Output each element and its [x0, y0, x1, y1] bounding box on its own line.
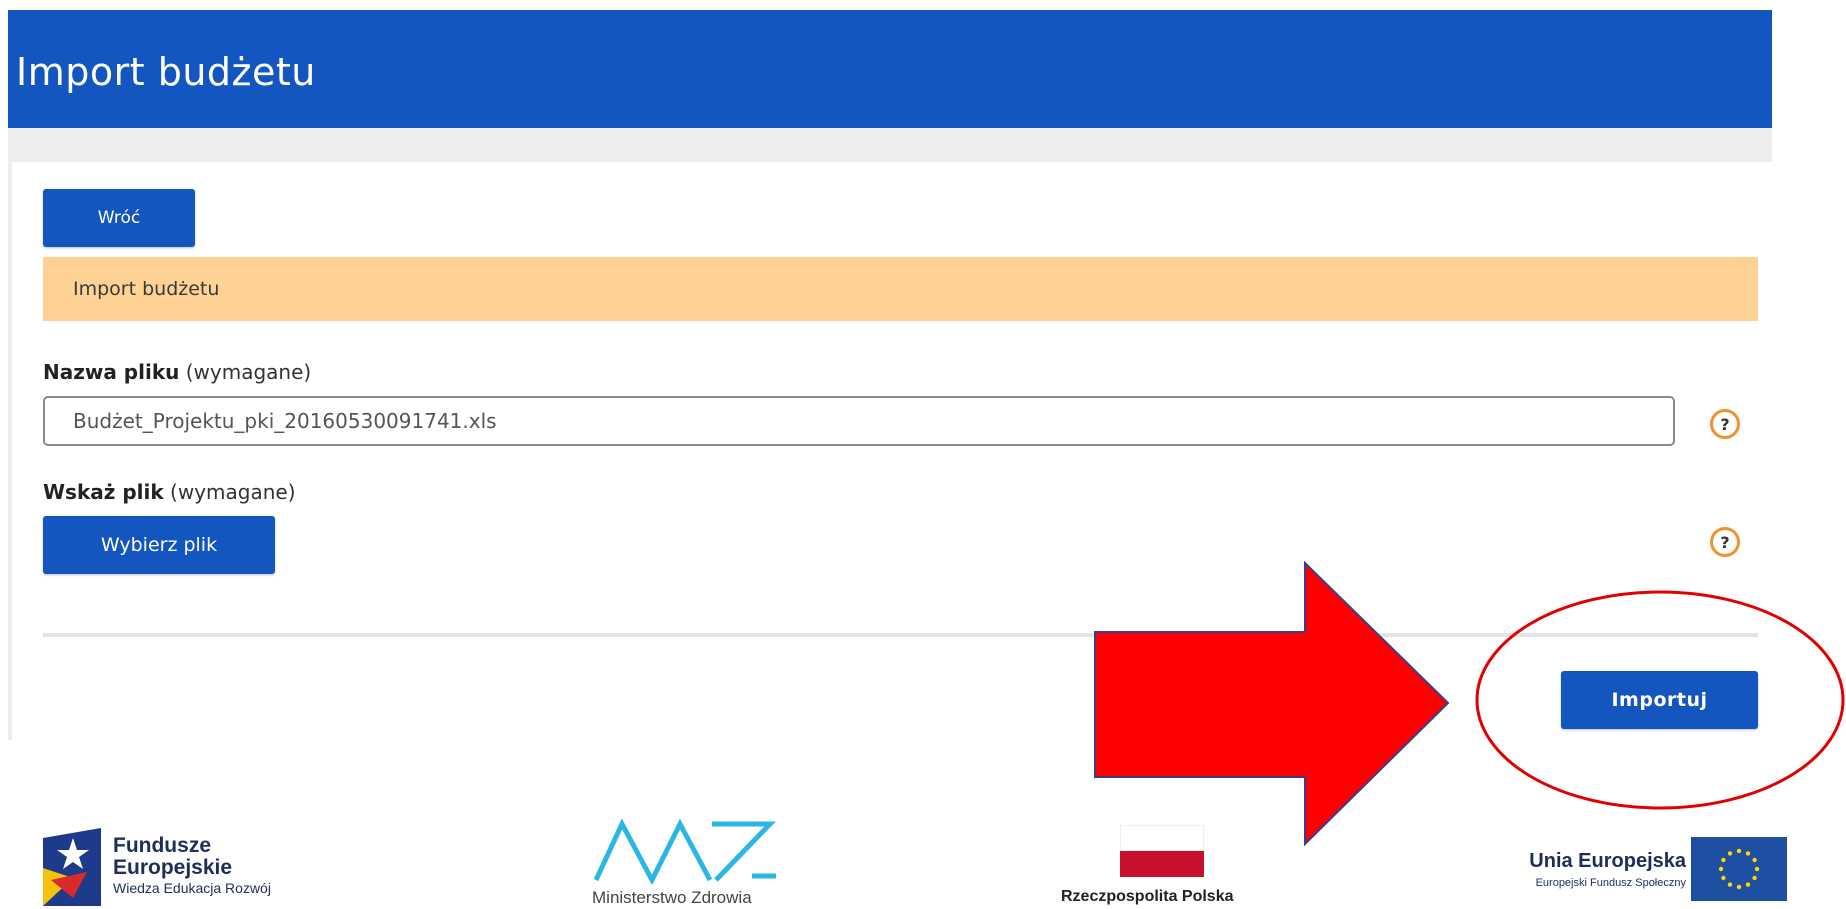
- ministerstwo-zdrowia-text: Ministerstwo Zdrowia: [592, 888, 752, 907]
- page-title: Import budżetu: [16, 50, 316, 94]
- content-panel: [8, 162, 1776, 740]
- file-label-note: (wymagane): [163, 480, 296, 504]
- fe-line1: Fundusze: [113, 834, 211, 857]
- eu-star-icon: [1727, 882, 1733, 887]
- polish-flag-icon: [1120, 825, 1204, 877]
- eu-star-icon: [1752, 857, 1757, 863]
- filename-label-note: (wymagane): [179, 360, 312, 384]
- header-subbar: [8, 128, 1772, 162]
- choose-file-button[interactable]: Wybierz plik: [43, 516, 275, 574]
- file-help-icon[interactable]: ?: [1710, 527, 1740, 557]
- ministerstwo-zdrowia-logo-icon: [593, 818, 776, 884]
- filename-label-bold: Nazwa pliku: [43, 360, 180, 384]
- file-label: Wskaż plik (wymagane): [43, 480, 296, 504]
- eu-flag-icon: [1691, 837, 1787, 901]
- eu-star-icon: [1718, 866, 1724, 872]
- fe-line2: Europejskie: [113, 856, 233, 880]
- divider: [43, 633, 1758, 637]
- import-button[interactable]: Importuj: [1561, 671, 1758, 729]
- section-header: Import budżetu: [43, 257, 1758, 321]
- eu-star-icon: [1745, 851, 1751, 856]
- page-header: Import budżetu: [8, 10, 1772, 128]
- file-label-bold: Wskaż plik: [43, 480, 164, 504]
- eu-star-icon: [1736, 848, 1742, 854]
- filename-help-icon[interactable]: ?: [1710, 409, 1740, 439]
- fundusze-europejskie-text: Fundusze Europejskie Wiedza Edukacja Roz…: [113, 834, 271, 897]
- section-title: Import budżetu: [73, 278, 220, 300]
- eu-star-icon: [1752, 875, 1757, 881]
- eu-star-icon: [1745, 882, 1751, 887]
- filename-label: Nazwa pliku (wymagane): [43, 360, 311, 384]
- fundusze-europejskie-logo-icon: [43, 828, 101, 906]
- eu-star-icon: [1721, 857, 1726, 863]
- unia-europejska-text: Unia Europejska Europejski Fundusz Społe…: [1529, 850, 1686, 889]
- fe-line3: Wiedza Edukacja Rozwój: [113, 880, 271, 897]
- ue-line1: Unia Europejska: [1529, 850, 1686, 872]
- eu-star-icon: [1721, 875, 1726, 881]
- filename-input[interactable]: Budżet_Projektu_pki_20160530091741.xls: [43, 396, 1675, 446]
- eu-star-icon: [1727, 851, 1733, 856]
- eu-star-icon: [1736, 884, 1742, 890]
- eu-star-icon: [1754, 866, 1760, 872]
- ue-line2: Europejski Fundusz Społeczny: [1535, 877, 1686, 889]
- filename-input-value: Budżet_Projektu_pki_20160530091741.xls: [73, 409, 497, 433]
- rzeczpospolita-polska-text: Rzeczpospolita Polska: [1061, 888, 1234, 905]
- back-button[interactable]: Wróć: [43, 189, 195, 247]
